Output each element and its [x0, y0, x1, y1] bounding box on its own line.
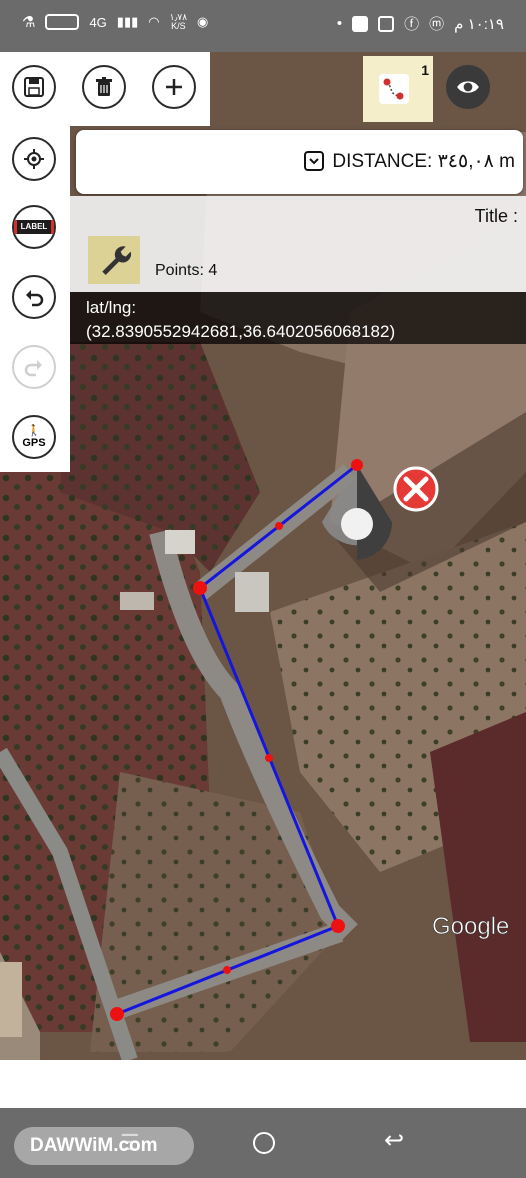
info-panel: Title : Points: 4 [70, 196, 526, 292]
locate-button[interactable] [12, 137, 56, 181]
view-toggle-button[interactable] [446, 65, 490, 109]
crosshair-icon [24, 149, 44, 169]
app-icon [352, 15, 369, 32]
clock-text: ١٠:١٩ م [454, 15, 504, 33]
direction-center [341, 508, 373, 540]
delete-point-icon[interactable] [393, 466, 439, 512]
add-button[interactable] [152, 65, 196, 109]
wifi-icon: ◠ [148, 14, 160, 29]
status-left: ⚗ 4G ▮▮▮ ◠ ١٫٧٨ K/S ◉ [22, 13, 209, 32]
undo-icon [26, 290, 44, 307]
route-line [116, 463, 358, 1016]
route-list-button[interactable]: 1 [363, 56, 433, 122]
facebook-icon: ⓕ [404, 16, 420, 33]
wrench-icon [102, 246, 132, 275]
home-icon[interactable] [253, 1132, 275, 1154]
expand-button[interactable] [304, 151, 324, 171]
route-map-icon [379, 74, 409, 104]
route-point[interactable] [351, 459, 363, 471]
route-point[interactable] [331, 919, 345, 933]
midpoint-marker[interactable] [223, 966, 231, 974]
plus-icon [166, 79, 182, 95]
battery-icon [45, 14, 80, 30]
points-count: Points: 4 [155, 262, 218, 279]
route-point[interactable] [110, 1007, 124, 1021]
distance-panel: DISTANCE: ٣٤٥,٠٨ m [76, 130, 523, 194]
distance-value: DISTANCE: ٣٤٥,٠٨ m [332, 151, 515, 172]
label-button[interactable]: LABEL [12, 205, 56, 249]
gps-label: GPS [22, 436, 46, 449]
status-right: • ⓕ ⓜ ١٠:١٩ م [337, 13, 504, 34]
network-label: 4G [89, 14, 107, 30]
midpoint-marker[interactable] [275, 522, 283, 530]
signal-icon: ▮▮▮ [116, 14, 139, 29]
undo-button[interactable] [12, 275, 56, 319]
location-icon: ◉ [197, 14, 209, 29]
gps-button[interactable]: 🚶 GPS [12, 415, 56, 459]
floppy-disk-icon [24, 77, 44, 97]
chevron-down-icon [309, 158, 319, 165]
speed-text: ١٫٧٨ K/S [170, 13, 187, 31]
dot-icon: • [336, 15, 343, 32]
eye-icon [457, 81, 479, 93]
redo-button[interactable] [12, 345, 56, 389]
messenger-icon: ⓜ [429, 16, 445, 33]
latlng-label: lat/lng: [86, 298, 137, 317]
latlng-value: (32.8390552942681,36.6402056068182) [86, 322, 396, 341]
walker-icon: 🚶 [27, 424, 41, 437]
flask-icon: ⚗ [22, 14, 36, 31]
speed-unit: K/S [171, 21, 186, 31]
midpoint-marker[interactable] [265, 754, 273, 762]
route-count-badge: 1 [421, 62, 429, 78]
label-icon: LABEL [14, 220, 54, 234]
status-bar: ⚗ 4G ▮▮▮ ◠ ١٫٧٨ K/S ◉ • ⓕ ⓜ ١٠:١٩ م [0, 0, 526, 52]
watermark: DAWWiM.com [14, 1127, 194, 1165]
instagram-icon [378, 15, 395, 32]
settings-button[interactable] [88, 236, 140, 284]
back-icon[interactable]: ↩ [384, 1126, 404, 1155]
redo-icon [24, 360, 42, 377]
coordinates-readout: lat/lng: (32.8390552942681,36.6402056068… [70, 292, 526, 344]
route-point[interactable] [193, 581, 207, 595]
trash-icon [96, 77, 112, 96]
title-label[interactable]: Title : [475, 206, 518, 227]
delete-button[interactable] [82, 65, 126, 109]
save-button[interactable] [12, 65, 56, 109]
